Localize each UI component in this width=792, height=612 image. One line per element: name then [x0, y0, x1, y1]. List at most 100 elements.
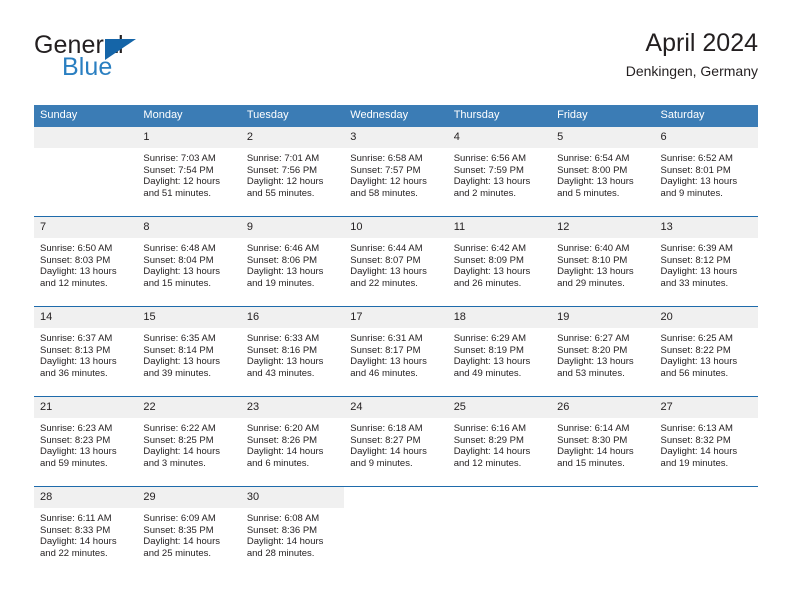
sunset-text: Sunset: 8:29 PM: [453, 434, 524, 446]
day-details: Sunrise: 6:48 AM Sunset: 8:04 PM Daylight:…: [137, 238, 240, 289]
sunset-text: Sunset: 8:33 PM: [40, 524, 111, 536]
calendar-day-cell[interactable]: 24 Sunrise: 6:18 AM Sunset: 8:27 PM Dayligh…: [344, 396, 448, 487]
sunrise-text: Sunrise: 6:09 AM: [143, 513, 216, 524]
calendar-day-cell[interactable]: 27 Sunrise: 6:13 AM Sunset: 8:32 PM Dayligh…: [654, 396, 758, 487]
day-details: Sunrise: 6:40 AM Sunset: 8:10 PM Daylight:…: [551, 238, 654, 289]
sunset-text: Sunset: 8:19 PM: [453, 344, 524, 356]
day-details: Sunrise: 6:18 AM Sunset: 8:27 PM Daylight:…: [344, 418, 447, 469]
calendar-day-cell[interactable]: 20 Sunrise: 6:25 AM Sunset: 8:22 PM Dayligh…: [654, 306, 758, 397]
day-number: 25: [447, 397, 552, 418]
daylight-text-line1: Daylight: 13 hours: [660, 266, 738, 278]
daylight-text-line1: Daylight: 13 hours: [143, 356, 220, 368]
daylight-text-line1: Daylight: 12 hours: [350, 176, 427, 188]
masthead: General Blue April 2024 Denkingen, Germa…: [34, 28, 758, 98]
calendar-day-cell[interactable]: 13 Sunrise: 6:39 AM Sunset: 8:12 PM Dayligh…: [654, 216, 758, 307]
day-number: 12: [551, 217, 655, 238]
calendar-day-cell[interactable]: 25 Sunrise: 6:16 AM Sunset: 8:29 PM Dayligh…: [447, 396, 552, 487]
sunrise-text: Sunrise: 6:18 AM: [350, 423, 423, 434]
weekday-header-tuesday: Tuesday: [240, 105, 345, 127]
calendar-day-cell[interactable]: 4 Sunrise: 6:56 AM Sunset: 7:59 PM Daylight…: [447, 127, 552, 217]
sunset-text: Sunset: 8:10 PM: [557, 254, 628, 266]
daylight-text-line1: Daylight: 13 hours: [246, 266, 324, 278]
calendar-day-cell[interactable]: 16 Sunrise: 6:33 AM Sunset: 8:16 PM Dayligh…: [240, 306, 345, 397]
brand-logo[interactable]: General Blue: [34, 32, 264, 90]
weekday-header-friday: Friday: [551, 105, 655, 127]
sunrise-text: Sunrise: 6:56 AM: [453, 153, 527, 164]
daylight-text-line2: and 3 minutes.: [143, 457, 206, 469]
calendar-page: General Blue April 2024 Denkingen, Germa…: [0, 0, 792, 612]
sunrise-text: Sunrise: 6:52 AM: [660, 153, 733, 164]
calendar-day-cell[interactable]: 26 Sunrise: 6:14 AM Sunset: 8:30 PM Dayligh…: [551, 396, 655, 487]
calendar-empty-cell: [447, 486, 552, 576]
calendar-day-cell[interactable]: 21 Sunrise: 6:23 AM Sunset: 8:23 PM Dayligh…: [34, 396, 138, 487]
day-number: 10: [344, 217, 448, 238]
day-details: Sunrise: 6:09 AM Sunset: 8:35 PM Daylight:…: [137, 508, 240, 559]
calendar-day-cell[interactable]: 9 Sunrise: 6:46 AM Sunset: 8:06 PM Daylight…: [240, 216, 345, 307]
day-number: 1: [137, 127, 241, 148]
day-number: 27: [654, 397, 758, 418]
daylight-text-line1: Daylight: 13 hours: [660, 356, 738, 368]
day-details: Sunrise: 6:37 AM Sunset: 8:13 PM Daylight:…: [34, 328, 137, 379]
calendar-day-cell[interactable]: 3 Sunrise: 6:58 AM Sunset: 7:57 PM Daylight…: [344, 127, 448, 217]
daylight-text-line2: and 19 minutes.: [246, 277, 315, 289]
calendar-day-cell[interactable]: 11 Sunrise: 6:42 AM Sunset: 8:09 PM Dayligh…: [447, 216, 552, 307]
sunset-text: Sunset: 8:07 PM: [350, 254, 421, 266]
calendar-day-cell[interactable]: 8 Sunrise: 6:48 AM Sunset: 8:04 PM Daylight…: [137, 216, 241, 307]
calendar-day-cell[interactable]: 23 Sunrise: 6:20 AM Sunset: 8:26 PM Dayligh…: [240, 396, 345, 487]
daylight-text-line1: Daylight: 12 hours: [246, 176, 324, 188]
sunrise-text: Sunrise: 6:46 AM: [246, 243, 320, 254]
day-number: [34, 127, 138, 148]
day-details: Sunrise: 6:35 AM Sunset: 8:14 PM Daylight:…: [137, 328, 240, 379]
daylight-text-line1: Daylight: 14 hours: [557, 446, 634, 458]
sunrise-text: Sunrise: 6:14 AM: [557, 423, 630, 434]
daylight-text-line1: Daylight: 12 hours: [143, 176, 220, 188]
day-number: 19: [551, 307, 655, 328]
sunset-text: Sunset: 8:30 PM: [557, 434, 628, 446]
calendar-header-row: Sunday Monday Tuesday Wednesday Thursday…: [34, 105, 758, 127]
calendar-day-cell[interactable]: 14 Sunrise: 6:37 AM Sunset: 8:13 PM Dayligh…: [34, 306, 138, 397]
calendar-empty-cell: [34, 127, 138, 217]
sunset-text: Sunset: 8:20 PM: [557, 344, 628, 356]
daylight-text-line1: Daylight: 13 hours: [40, 356, 117, 368]
calendar-empty-cell: [654, 486, 758, 576]
sunset-text: Sunset: 7:59 PM: [453, 164, 524, 176]
calendar-week-row: 21 Sunrise: 6:23 AM Sunset: 8:23 PM Dayligh…: [34, 396, 758, 487]
daylight-text-line1: Daylight: 14 hours: [453, 446, 531, 458]
day-details: Sunrise: 7:01 AM Sunset: 7:56 PM Daylight:…: [241, 148, 344, 199]
sunrise-text: Sunrise: 6:54 AM: [557, 153, 630, 164]
calendar-day-cell[interactable]: 1 Sunrise: 7:03 AM Sunset: 7:54 PM Daylight…: [137, 127, 241, 217]
day-details: Sunrise: 6:27 AM Sunset: 8:20 PM Daylight:…: [551, 328, 654, 379]
day-details: Sunrise: 6:11 AM Sunset: 8:33 PM Daylight:…: [34, 508, 137, 559]
calendar-day-cell[interactable]: 29 Sunrise: 6:09 AM Sunset: 8:35 PM Dayligh…: [137, 486, 241, 576]
calendar-day-cell[interactable]: 15 Sunrise: 6:35 AM Sunset: 8:14 PM Dayligh…: [137, 306, 241, 397]
day-details: Sunrise: 6:46 AM Sunset: 8:06 PM Daylight:…: [241, 238, 344, 289]
calendar-week-row: 1 Sunrise: 7:03 AM Sunset: 7:54 PM Daylight…: [34, 127, 758, 217]
daylight-text-line1: Daylight: 14 hours: [660, 446, 738, 458]
calendar-day-cell[interactable]: 10 Sunrise: 6:44 AM Sunset: 8:07 PM Dayligh…: [344, 216, 448, 307]
calendar-day-cell[interactable]: 19 Sunrise: 6:27 AM Sunset: 8:20 PM Dayligh…: [551, 306, 655, 397]
calendar-day-cell[interactable]: 5 Sunrise: 6:54 AM Sunset: 8:00 PM Daylight…: [551, 127, 655, 217]
day-number: 21: [34, 397, 138, 418]
daylight-text-line1: Daylight: 13 hours: [660, 176, 738, 188]
day-number: 23: [240, 397, 345, 418]
daylight-text-line2: and 15 minutes.: [557, 457, 625, 469]
calendar-day-cell[interactable]: 18 Sunrise: 6:29 AM Sunset: 8:19 PM Dayligh…: [447, 306, 552, 397]
calendar-day-cell[interactable]: 2 Sunrise: 7:01 AM Sunset: 7:56 PM Daylight…: [240, 127, 345, 217]
sunrise-text: Sunrise: 6:48 AM: [143, 243, 216, 254]
calendar-day-cell[interactable]: 22 Sunrise: 6:22 AM Sunset: 8:25 PM Dayligh…: [137, 396, 241, 487]
sunrise-text: Sunrise: 6:44 AM: [350, 243, 423, 254]
calendar-day-cell[interactable]: 12 Sunrise: 6:40 AM Sunset: 8:10 PM Dayligh…: [551, 216, 655, 307]
calendar-day-cell[interactable]: 7 Sunrise: 6:50 AM Sunset: 8:03 PM Daylight…: [34, 216, 138, 307]
calendar-day-cell[interactable]: 28 Sunrise: 6:11 AM Sunset: 8:33 PM Dayligh…: [34, 486, 138, 576]
calendar-day-cell[interactable]: 6 Sunrise: 6:52 AM Sunset: 8:01 PM Daylight…: [654, 127, 758, 217]
calendar-day-cell[interactable]: 17 Sunrise: 6:31 AM Sunset: 8:17 PM Dayligh…: [344, 306, 448, 397]
daylight-text-line2: and 12 minutes.: [40, 277, 108, 289]
daylight-text-line1: Daylight: 13 hours: [350, 266, 427, 278]
calendar-day-cell[interactable]: 30 Sunrise: 6:08 AM Sunset: 8:36 PM Dayligh…: [240, 486, 345, 576]
sunrise-text: Sunrise: 6:42 AM: [453, 243, 527, 254]
daylight-text-line1: Daylight: 13 hours: [350, 356, 427, 368]
daylight-text-line1: Daylight: 13 hours: [40, 446, 117, 458]
sunset-text: Sunset: 8:25 PM: [143, 434, 214, 446]
daylight-text-line2: and 33 minutes.: [660, 277, 729, 289]
day-number: 14: [34, 307, 138, 328]
